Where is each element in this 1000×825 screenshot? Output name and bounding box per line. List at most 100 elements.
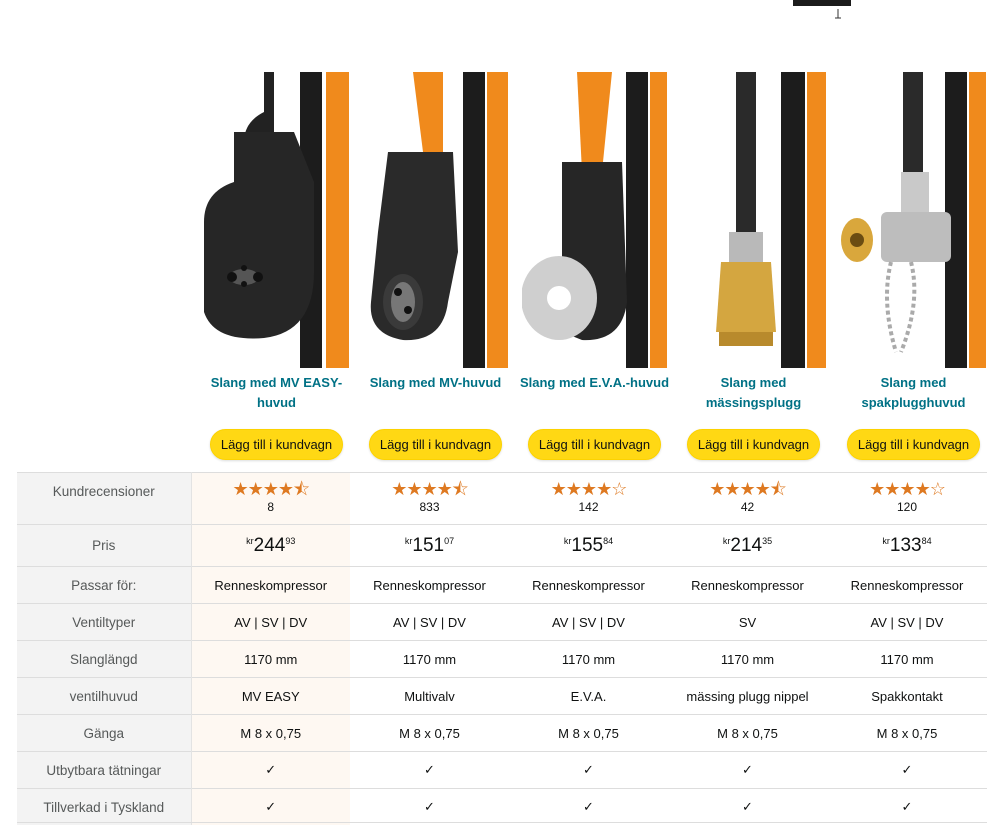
star-rating-icon[interactable]: ★★★★☆ bbox=[509, 479, 668, 499]
price-whole: 244 bbox=[254, 535, 286, 556]
spec-cell: SV bbox=[668, 604, 827, 641]
spec-cell: AV | SV | DV bbox=[509, 604, 668, 641]
rating-cell[interactable]: ★★★★⯪42 bbox=[668, 473, 827, 525]
spec-cell: M 8 x 0,75 bbox=[191, 715, 350, 752]
review-count[interactable]: 42 bbox=[668, 500, 827, 514]
spec-cell: Multivalv bbox=[350, 678, 509, 715]
check-icon: ✓ bbox=[191, 752, 350, 789]
star-rating-icon[interactable]: ★★★★⯪ bbox=[668, 479, 827, 499]
star-rating-icon[interactable]: ★★★★⯪ bbox=[192, 479, 351, 499]
review-count[interactable]: 833 bbox=[350, 500, 509, 514]
price-cell: kr15107 bbox=[350, 525, 509, 567]
product-column: Slang med MV EASY-huvud Lägg till i kund… bbox=[197, 72, 356, 472]
product-image[interactable] bbox=[681, 72, 826, 368]
spec-cell: Renneskompressor bbox=[668, 567, 827, 604]
price-whole: 155 bbox=[571, 535, 603, 556]
spec-cell: M 8 x 0,75 bbox=[827, 715, 987, 752]
row-label: ventilhuvud bbox=[17, 678, 191, 715]
review-count[interactable]: 120 bbox=[827, 500, 987, 514]
price-cell: kr13384 bbox=[827, 525, 987, 567]
check-icon: ✓ bbox=[509, 789, 668, 825]
spec-cell: M 8 x 0,75 bbox=[350, 715, 509, 752]
price-whole: 214 bbox=[730, 535, 762, 556]
spec-cell: AV | SV | DV bbox=[191, 604, 350, 641]
valves-row: Ventiltyper AV | SV | DV AV | SV | DV AV… bbox=[17, 604, 987, 641]
spec-cell: Spakkontakt bbox=[827, 678, 987, 715]
spec-cell: AV | SV | DV bbox=[827, 604, 987, 641]
spec-cell: mässing plugg nippel bbox=[668, 678, 827, 715]
spec-cell: MV EASY bbox=[191, 678, 350, 715]
spec-cell: E.V.A. bbox=[509, 678, 668, 715]
row-label: Ventiltyper bbox=[17, 604, 191, 641]
rating-cell[interactable]: ★★★★☆120 bbox=[827, 473, 987, 525]
add-to-cart-button[interactable]: Lägg till i kundvagn bbox=[528, 429, 661, 460]
add-to-cart-button[interactable]: Lägg till i kundvagn bbox=[847, 429, 980, 460]
spec-cell: 1170 mm bbox=[350, 641, 509, 678]
fits-row: Passar för: Renneskompressor Renneskompr… bbox=[17, 567, 987, 604]
check-icon: ✓ bbox=[350, 789, 509, 825]
table-bottom-border bbox=[17, 822, 987, 823]
spec-cell: 1170 mm bbox=[668, 641, 827, 678]
add-to-cart-button[interactable]: Lägg till i kundvagn bbox=[210, 429, 343, 460]
price-fraction: 84 bbox=[603, 536, 613, 546]
spec-cell: 1170 mm bbox=[191, 641, 350, 678]
review-count[interactable]: 8 bbox=[192, 500, 351, 514]
product-header-row: Slang med MV EASY-huvud Lägg till i kund… bbox=[17, 72, 987, 472]
star-rating-icon[interactable]: ★★★★⯪ bbox=[350, 479, 509, 499]
star-rating-icon[interactable]: ★★★★☆ bbox=[827, 479, 987, 499]
product-title-link[interactable]: Slang med E.V.A.-huvud bbox=[515, 373, 674, 413]
price-whole: 133 bbox=[890, 535, 922, 556]
made-in-germany-row: Tillverkad i Tyskland ✓ ✓ ✓ ✓ ✓ bbox=[17, 789, 987, 825]
rating-cell[interactable]: ★★★★⯪833 bbox=[350, 473, 509, 525]
check-icon: ✓ bbox=[191, 789, 350, 825]
product-image[interactable] bbox=[522, 72, 667, 368]
product-image[interactable] bbox=[363, 72, 508, 368]
hose-length-row: Slanglängd 1170 mm 1170 mm 1170 mm 1170 … bbox=[17, 641, 987, 678]
comparison-grid: Kundrecensioner ★★★★⯪8 ★★★★⯪833 ★★★★☆142… bbox=[17, 472, 987, 825]
currency: kr bbox=[882, 536, 890, 546]
product-title-link[interactable]: Slang med MV EASY-huvud bbox=[197, 373, 356, 413]
currency: kr bbox=[246, 536, 254, 546]
replaceable-seals-row: Utbytbara tätningar ✓ ✓ ✓ ✓ ✓ bbox=[17, 752, 987, 789]
price-cell: kr15584 bbox=[509, 525, 668, 567]
check-icon: ✓ bbox=[827, 752, 987, 789]
price-fraction: 07 bbox=[444, 536, 454, 546]
rating-cell[interactable]: ★★★★☆142 bbox=[509, 473, 668, 525]
row-label: Pris bbox=[17, 525, 191, 567]
row-label: Utbytbara tätningar bbox=[17, 752, 191, 789]
spec-cell: 1170 mm bbox=[509, 641, 668, 678]
product-title-link[interactable]: Slang med MV-huvud bbox=[356, 373, 515, 413]
check-icon: ✓ bbox=[668, 752, 827, 789]
rating-cell[interactable]: ★★★★⯪8 bbox=[191, 473, 350, 525]
row-label: Gänga bbox=[17, 715, 191, 752]
product-column: Slang med spakplugghuvud Lägg till i kun… bbox=[834, 72, 993, 472]
price-row: Pris kr24493 kr15107 kr15584 kr21435 kr1… bbox=[17, 525, 987, 567]
top-image-fragment bbox=[793, 0, 851, 22]
add-to-cart-button[interactable]: Lägg till i kundvagn bbox=[687, 429, 820, 460]
row-label: Slanglängd bbox=[17, 641, 191, 678]
check-icon: ✓ bbox=[509, 752, 668, 789]
product-title-link[interactable]: Slang med spakplugghuvud bbox=[834, 373, 993, 413]
valve-head-row: ventilhuvud MV EASY Multivalv E.V.A. mäs… bbox=[17, 678, 987, 715]
product-title-link[interactable]: Slang med mässingsplugg bbox=[674, 373, 833, 413]
row-label: Passar för: bbox=[17, 567, 191, 604]
product-image[interactable] bbox=[204, 72, 349, 368]
check-icon: ✓ bbox=[350, 752, 509, 789]
spec-cell: M 8 x 0,75 bbox=[509, 715, 668, 752]
add-to-cart-button[interactable]: Lägg till i kundvagn bbox=[369, 429, 502, 460]
spec-cell: 1170 mm bbox=[827, 641, 987, 678]
product-column: Slang med mässingsplugg Lägg till i kund… bbox=[674, 72, 833, 472]
thread-row: Gänga M 8 x 0,75 M 8 x 0,75 M 8 x 0,75 M… bbox=[17, 715, 987, 752]
spec-cell: Renneskompressor bbox=[191, 567, 350, 604]
spec-cell: AV | SV | DV bbox=[350, 604, 509, 641]
spec-cell: Renneskompressor bbox=[827, 567, 987, 604]
row-label: Tillverkad i Tyskland bbox=[17, 789, 191, 825]
review-count[interactable]: 142 bbox=[509, 500, 668, 514]
reviews-row: Kundrecensioner ★★★★⯪8 ★★★★⯪833 ★★★★☆142… bbox=[17, 473, 987, 525]
price-cell: kr21435 bbox=[668, 525, 827, 567]
product-column: Slang med E.V.A.-huvud Lägg till i kundv… bbox=[515, 72, 674, 472]
check-icon: ✓ bbox=[827, 789, 987, 825]
comparison-table: Slang med MV EASY-huvud Lägg till i kund… bbox=[17, 72, 987, 825]
product-image[interactable] bbox=[841, 72, 986, 368]
price-fraction: 84 bbox=[922, 536, 932, 546]
